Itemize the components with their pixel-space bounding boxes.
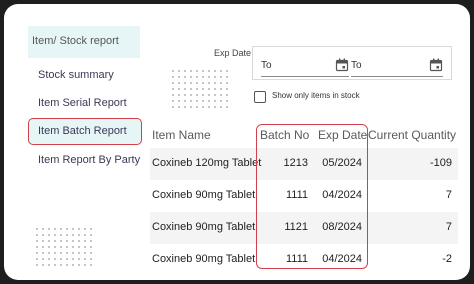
cell-item-name: Coxineb 120mg Tablet	[152, 157, 262, 169]
column-header-exp-date[interactable]: Exp Date	[318, 128, 367, 142]
sidebar-item-batch-report[interactable]: Item Batch Report	[28, 118, 142, 145]
calendar-icon[interactable]	[429, 58, 443, 72]
table-row[interactable]: Coxineb 90mg Tablet 1121 08/2024 7	[150, 212, 458, 244]
table-row[interactable]: Coxineb 120mg Tablet 1213 05/2024 -109	[150, 148, 458, 180]
cell-current-quantity: -2	[442, 253, 452, 265]
cell-exp-date: 08/2024	[322, 221, 362, 233]
dot-pattern-decoration	[34, 226, 94, 266]
table-row[interactable]: Coxineb 90mg Tablet 1111 04/2024 7	[150, 180, 458, 212]
column-header-current-quantity[interactable]: Current Quantity	[368, 128, 456, 142]
cell-current-quantity: 7	[445, 221, 452, 233]
exp-date-range: To To	[252, 46, 452, 80]
cell-exp-date: 04/2024	[322, 189, 362, 201]
calendar-icon[interactable]	[335, 58, 349, 72]
show-in-stock-checkbox[interactable]	[254, 91, 266, 103]
sidebar-header: Item/ Stock report	[28, 26, 140, 58]
cell-current-quantity: -109	[429, 157, 452, 169]
sidebar-item-stock-summary[interactable]: Stock summary	[28, 62, 142, 89]
date-to-label: To	[351, 60, 362, 71]
report-panel: Item/ Stock report Stock summary Item Se…	[4, 4, 470, 280]
cell-exp-date: 05/2024	[322, 157, 362, 169]
table-header: Item Name Batch No Exp Date Current Quan…	[150, 121, 458, 149]
dot-pattern-decoration	[170, 68, 230, 108]
cell-item-name: Coxineb 90mg Tablet	[152, 221, 256, 233]
date-from-label: To	[261, 60, 272, 71]
sidebar-item-serial-report[interactable]: Item Serial Report	[28, 90, 142, 117]
cell-batch-no: 1111	[285, 189, 308, 201]
cell-current-quantity: 7	[445, 189, 452, 201]
exp-date-from-field[interactable]: To	[261, 56, 349, 77]
table-row[interactable]: Coxineb 90mg Tablet 1111 04/2024 -2	[150, 244, 458, 276]
cell-item-name: Coxineb 90mg Tablet	[152, 253, 256, 265]
cell-item-name: Coxineb 90mg Tablet	[152, 189, 256, 201]
show-in-stock-label: Show only items in stock	[272, 91, 360, 100]
cell-exp-date: 04/2024	[322, 253, 362, 265]
exp-date-label: Exp Date	[214, 48, 252, 58]
column-header-item-name[interactable]: Item Name	[152, 128, 211, 142]
cell-batch-no: 1111	[285, 253, 308, 265]
sidebar-item-report-by-party[interactable]: Item Report By Party	[28, 147, 142, 174]
exp-date-to-field[interactable]: To	[351, 56, 443, 77]
cell-batch-no: 1213	[283, 157, 308, 169]
column-header-batch-no[interactable]: Batch No	[260, 128, 309, 142]
cell-batch-no: 1121	[284, 221, 308, 233]
